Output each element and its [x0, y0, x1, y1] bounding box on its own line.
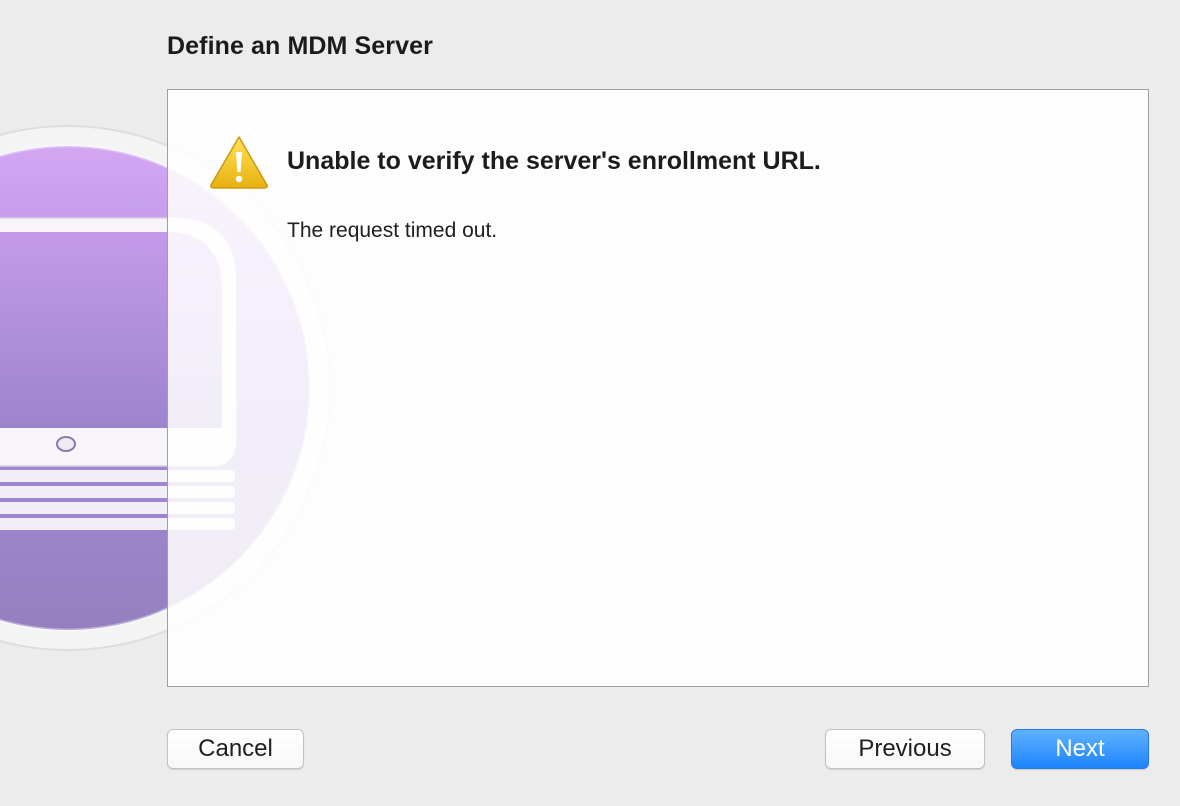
alert-message: The request timed out.	[287, 219, 498, 242]
next-button[interactable]: Next	[1011, 729, 1149, 769]
cancel-button[interactable]: Cancel	[167, 729, 304, 769]
alert-heading: Unable to verify the server's enrollment…	[287, 147, 821, 175]
content-panel: Unable to verify the server's enrollment…	[167, 89, 1149, 687]
previous-button[interactable]: Previous	[825, 729, 985, 769]
page-title: Define an MDM Server	[167, 32, 433, 60]
assistant-window: Define an MDM Server Unable to verify th…	[0, 0, 1180, 806]
warning-icon	[210, 136, 268, 189]
